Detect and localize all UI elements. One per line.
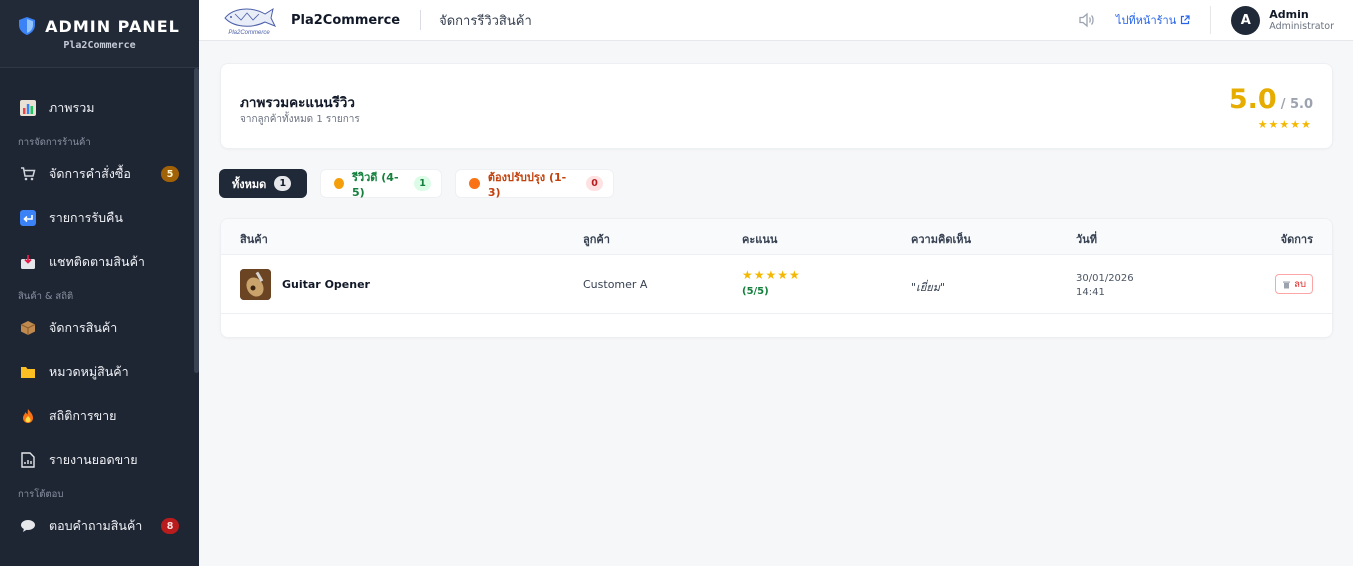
- tab-label: รีวิวดี (4-5): [352, 171, 399, 199]
- sidebar-item-label: ตอบคำถามสินค้า: [49, 518, 143, 533]
- sidebar-item-label: สถิติการขาย: [49, 408, 117, 423]
- rating-summary-card: ภาพรวมคะแนนรีวิว จากลูกค้าทั้งหมด 1 รายก…: [220, 63, 1333, 149]
- tab-count: 0: [586, 176, 603, 191]
- column-header-comment: ความคิดเห็น: [911, 233, 971, 246]
- tab-label: ต้องปรับปรุง (1-3): [487, 171, 567, 199]
- store-link-label: ไปที่หน้าร้าน: [1115, 14, 1177, 27]
- sidebar-item-returns[interactable]: รายการรับคืน: [0, 196, 199, 240]
- delete-review-button[interactable]: ลบ: [1275, 274, 1313, 294]
- sidebar-brand: ADMIN PANEL Pla2Commerce: [0, 0, 199, 68]
- chart-icon: [20, 100, 36, 116]
- product-name: Guitar Opener: [282, 278, 370, 291]
- cart-icon: [20, 166, 36, 182]
- sad-face-icon: [469, 178, 480, 189]
- shield-icon: [19, 17, 36, 35]
- avatar[interactable]: A: [1231, 5, 1261, 35]
- table-header: สินค้า ลูกค้า คะแนน ความคิดเห็น วันที่ จ…: [221, 219, 1332, 255]
- orders-count-badge: 5: [161, 166, 179, 182]
- delete-label: ลบ: [1294, 278, 1306, 290]
- sidebar-item-label: หมวดหมู่สินค้า: [49, 364, 129, 379]
- table-row: Guitar Opener Customer A ★★★★★ (5/5) "เย…: [221, 255, 1332, 314]
- sidebar-item-questions[interactable]: ตอบคำถามสินค้า 8: [0, 504, 199, 548]
- average-score: 5.0 / 5.0: [1229, 84, 1313, 115]
- sidebar-item-categories[interactable]: หมวดหมู่สินค้า: [0, 350, 199, 394]
- sidebar-item-overview[interactable]: ภาพรวม: [0, 86, 199, 130]
- speaker-icon[interactable]: [1078, 11, 1096, 29]
- reviews-table: สินค้า ลูกค้า คะแนน ความคิดเห็น วันที่ จ…: [220, 218, 1333, 338]
- sidebar-item-sales-stats[interactable]: สถิติการขาย: [0, 394, 199, 438]
- user-name: Admin: [1269, 7, 1309, 21]
- tab-count: 1: [274, 176, 292, 191]
- tab-needs-improvement[interactable]: ต้องปรับปรุง (1-3) 0: [455, 169, 614, 199]
- trash-icon: [1283, 281, 1291, 288]
- sidebar-subtitle: Pla2Commerce: [63, 39, 136, 51]
- column-header-product: สินค้า: [240, 233, 268, 246]
- inbox-icon: [20, 254, 36, 270]
- column-header-date: วันที่: [1076, 233, 1097, 246]
- summary-star-rating: ★★★★★: [1257, 118, 1312, 131]
- user-role: Administrator: [1269, 20, 1334, 32]
- sidebar-nav: ภาพรวม การจัดการร้านค้า จัดการคำสั่งซื้อ…: [0, 68, 199, 548]
- topbar: Pla2Commerce Pla2Commerce จัดการรีวิวสิน…: [199, 0, 1353, 41]
- sidebar-item-chat[interactable]: แชทติดตามสินค้า: [0, 240, 199, 284]
- sidebar-item-label: แชทติดตามสินค้า: [49, 254, 145, 269]
- row-star-rating: ★★★★★: [742, 268, 801, 282]
- questions-count-badge: 8: [161, 518, 179, 534]
- return-arrow-icon: [20, 210, 36, 226]
- date-value: 30/01/2026: [1076, 273, 1134, 284]
- tab-all[interactable]: ทั้งหมด 1: [219, 169, 307, 198]
- score-max: / 5.0: [1280, 97, 1313, 112]
- sidebar-scrollbar[interactable]: [194, 68, 199, 373]
- sidebar: ADMIN PANEL Pla2Commerce ภาพรวม การจัดกา…: [0, 0, 199, 566]
- report-icon: [20, 452, 36, 468]
- divider: [1210, 6, 1212, 34]
- sidebar-item-label: จัดการสินค้า: [49, 320, 118, 335]
- column-header-customer: ลูกค้า: [583, 233, 610, 246]
- score-value: 5.0: [1228, 84, 1277, 115]
- fire-icon: [20, 408, 36, 424]
- tab-count: 1: [414, 176, 431, 191]
- divider: [420, 10, 422, 30]
- column-header-actions: จัดการ: [1280, 233, 1313, 246]
- tab-label: ทั้งหมด: [232, 177, 267, 191]
- app-name: Pla2Commerce: [291, 12, 401, 28]
- time-value: 14:41: [1076, 287, 1105, 298]
- package-icon: [20, 320, 36, 336]
- tab-good-reviews[interactable]: รีวิวดี (4-5) 1: [320, 169, 442, 199]
- go-to-store-link[interactable]: ไปที่หน้าร้าน: [1116, 11, 1190, 29]
- external-link-icon: [1181, 15, 1190, 25]
- sidebar-item-sales-report[interactable]: รายงานยอดขาย: [0, 438, 199, 482]
- review-comment: "เยี่ยม": [911, 281, 946, 294]
- fish-logo-icon[interactable]: Pla2Commerce: [221, 4, 277, 36]
- product-thumbnail[interactable]: [240, 269, 271, 300]
- sidebar-item-label: จัดการคำสั่งซื้อ: [49, 166, 131, 181]
- sidebar-item-orders[interactable]: จัดการคำสั่งซื้อ 5: [0, 152, 199, 196]
- summary-title: ภาพรวมคะแนนรีวิว: [240, 95, 355, 111]
- sidebar-item-products[interactable]: จัดการสินค้า: [0, 306, 199, 350]
- sidebar-section-products: สินค้า & สถิติ: [18, 290, 74, 302]
- logo-text: Pla2Commerce: [228, 30, 270, 36]
- folder-icon: [20, 364, 36, 380]
- customer-name: Customer A: [583, 278, 648, 291]
- review-date: 30/01/2026 14:41: [1076, 272, 1134, 300]
- user-info[interactable]: Admin Administrator: [1269, 8, 1334, 33]
- sidebar-section-interaction: การโต้ตอบ: [18, 488, 64, 500]
- rating-text: (5/5): [742, 286, 769, 297]
- speech-bubble-icon: [20, 518, 36, 534]
- happy-face-icon: [334, 178, 345, 189]
- sidebar-section-store: การจัดการร้านค้า: [18, 136, 91, 148]
- column-header-rating: คะแนน: [742, 233, 778, 246]
- sidebar-item-label: ภาพรวม: [49, 100, 95, 115]
- sidebar-title: ADMIN PANEL: [45, 16, 180, 36]
- sidebar-item-label: รายงานยอดขาย: [49, 452, 138, 467]
- sidebar-item-label: รายการรับคืน: [49, 210, 123, 225]
- page-title: จัดการรีวิวสินค้า: [439, 13, 532, 29]
- summary-subtitle: จากลูกค้าทั้งหมด 1 รายการ: [240, 114, 360, 125]
